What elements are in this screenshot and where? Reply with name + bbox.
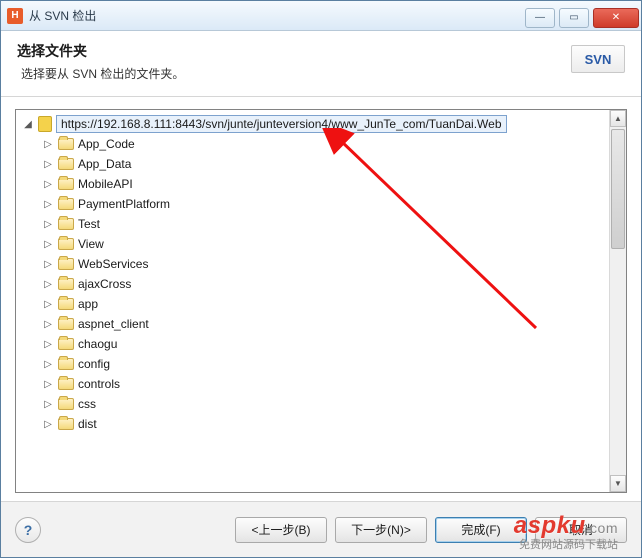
folder-icon: [58, 278, 74, 290]
tree-item-label: css: [78, 397, 96, 411]
back-button[interactable]: <上一步(B): [235, 517, 327, 543]
maximize-button[interactable]: ▭: [559, 8, 589, 28]
tree-item[interactable]: ▷ MobileAPI: [42, 174, 609, 194]
app-icon: H: [7, 8, 23, 24]
expand-toggle-icon[interactable]: ▷: [42, 254, 54, 274]
tree-item-label: View: [78, 237, 104, 251]
expand-toggle-icon[interactable]: ▷: [42, 314, 54, 334]
tree-item-label: Test: [78, 217, 100, 231]
window-controls: — ▭ ✕: [523, 4, 641, 28]
titlebar[interactable]: H 从 SVN 检出 — ▭ ✕: [1, 1, 641, 31]
close-button[interactable]: ✕: [593, 8, 639, 28]
tree-root-row[interactable]: ◢ https://192.168.8.111:8443/svn/junte/j…: [22, 114, 609, 134]
tree-item[interactable]: ▷ Test: [42, 214, 609, 234]
window-title: 从 SVN 检出: [29, 7, 96, 24]
expand-toggle-icon[interactable]: ▷: [42, 174, 54, 194]
tree-item[interactable]: ▷ aspnet_client: [42, 314, 609, 334]
minimize-button[interactable]: —: [525, 8, 555, 28]
expand-toggle-icon[interactable]: ▷: [42, 294, 54, 314]
scroll-thumb[interactable]: [611, 129, 625, 249]
tree-item-label: MobileAPI: [78, 177, 133, 191]
dialog-window: H 从 SVN 检出 — ▭ ✕ 选择文件夹 选择要从 SVN 检出的文件夹。 …: [0, 0, 642, 558]
expand-toggle-icon[interactable]: ▷: [42, 374, 54, 394]
next-button[interactable]: 下一步(N)>: [335, 517, 427, 543]
expand-toggle-icon[interactable]: ▷: [42, 234, 54, 254]
page-title: 选择文件夹: [17, 41, 571, 61]
help-button[interactable]: ?: [15, 517, 41, 543]
tree-item-label: PaymentPlatform: [78, 197, 170, 211]
vertical-scrollbar[interactable]: ▲ ▼: [609, 110, 626, 492]
scroll-down-button[interactable]: ▼: [610, 475, 626, 492]
tree-item-label: chaogu: [78, 337, 117, 351]
folder-icon: [58, 138, 74, 150]
expand-toggle-icon[interactable]: ▷: [42, 134, 54, 154]
folder-icon: [58, 178, 74, 190]
expand-toggle-icon[interactable]: ▷: [42, 274, 54, 294]
expand-toggle-icon[interactable]: ▷: [42, 214, 54, 234]
tree-item[interactable]: ▷ App_Data: [42, 154, 609, 174]
tree-item[interactable]: ▷ PaymentPlatform: [42, 194, 609, 214]
folder-icon: [58, 198, 74, 210]
expand-toggle-icon[interactable]: ◢: [22, 114, 34, 134]
tree-item-label: WebServices: [78, 257, 148, 271]
tree-item-label: dist: [78, 417, 97, 431]
tree-item-label: aspnet_client: [78, 317, 149, 331]
folder-icon: [58, 318, 74, 330]
expand-toggle-icon[interactable]: ▷: [42, 354, 54, 374]
tree-viewport[interactable]: ◢ https://192.168.8.111:8443/svn/junte/j…: [16, 110, 609, 492]
dialog-header: 选择文件夹 选择要从 SVN 检出的文件夹。 SVN: [1, 31, 641, 97]
tree-item[interactable]: ▷ View: [42, 234, 609, 254]
tree-item[interactable]: ▷ ajaxCross: [42, 274, 609, 294]
folder-icon: [58, 338, 74, 350]
scroll-track[interactable]: [610, 127, 626, 475]
dialog-body: ◢ https://192.168.8.111:8443/svn/junte/j…: [1, 97, 641, 501]
root-url[interactable]: https://192.168.8.111:8443/svn/junte/jun…: [56, 115, 507, 133]
expand-toggle-icon[interactable]: ▷: [42, 334, 54, 354]
tree-item-label: config: [78, 357, 110, 371]
folder-icon: [58, 238, 74, 250]
tree-item[interactable]: ▷ chaogu: [42, 334, 609, 354]
expand-toggle-icon[interactable]: ▷: [42, 194, 54, 214]
tree-item[interactable]: ▷ css: [42, 394, 609, 414]
tree-item[interactable]: ▷ controls: [42, 374, 609, 394]
tree-item-label: ajaxCross: [78, 277, 131, 291]
dialog-footer: ? <上一步(B) 下一步(N)> 完成(F) 取消: [1, 501, 641, 557]
tree-item-label: App_Data: [78, 157, 131, 171]
folder-icon: [58, 258, 74, 270]
finish-button[interactable]: 完成(F): [435, 517, 527, 543]
folder-icon: [58, 218, 74, 230]
scroll-up-button[interactable]: ▲: [610, 110, 626, 127]
tree-item[interactable]: ▷ config: [42, 354, 609, 374]
folder-tree: ◢ https://192.168.8.111:8443/svn/junte/j…: [15, 109, 627, 493]
page-subtitle: 选择要从 SVN 检出的文件夹。: [17, 65, 571, 82]
cancel-button[interactable]: 取消: [535, 517, 627, 543]
tree-item-label: App_Code: [78, 137, 135, 151]
folder-icon: [58, 358, 74, 370]
expand-toggle-icon[interactable]: ▷: [42, 394, 54, 414]
tree-item-label: app: [78, 297, 98, 311]
svn-logo-icon: SVN: [571, 45, 625, 73]
folder-icon: [58, 398, 74, 410]
tree-item[interactable]: ▷ dist: [42, 414, 609, 434]
expand-toggle-icon[interactable]: ▷: [42, 154, 54, 174]
folder-icon: [58, 378, 74, 390]
repository-icon: [38, 116, 52, 132]
tree-item[interactable]: ▷ WebServices: [42, 254, 609, 274]
folder-icon: [58, 298, 74, 310]
folder-icon: [58, 158, 74, 170]
expand-toggle-icon[interactable]: ▷: [42, 414, 54, 434]
tree-children: ▷ App_Code ▷ App_Data ▷ MobileAPI ▷ PaymentPlat…: [42, 134, 609, 434]
folder-icon: [58, 418, 74, 430]
tree-item-label: controls: [78, 377, 120, 391]
tree-item[interactable]: ▷ App_Code: [42, 134, 609, 154]
tree-item[interactable]: ▷ app: [42, 294, 609, 314]
